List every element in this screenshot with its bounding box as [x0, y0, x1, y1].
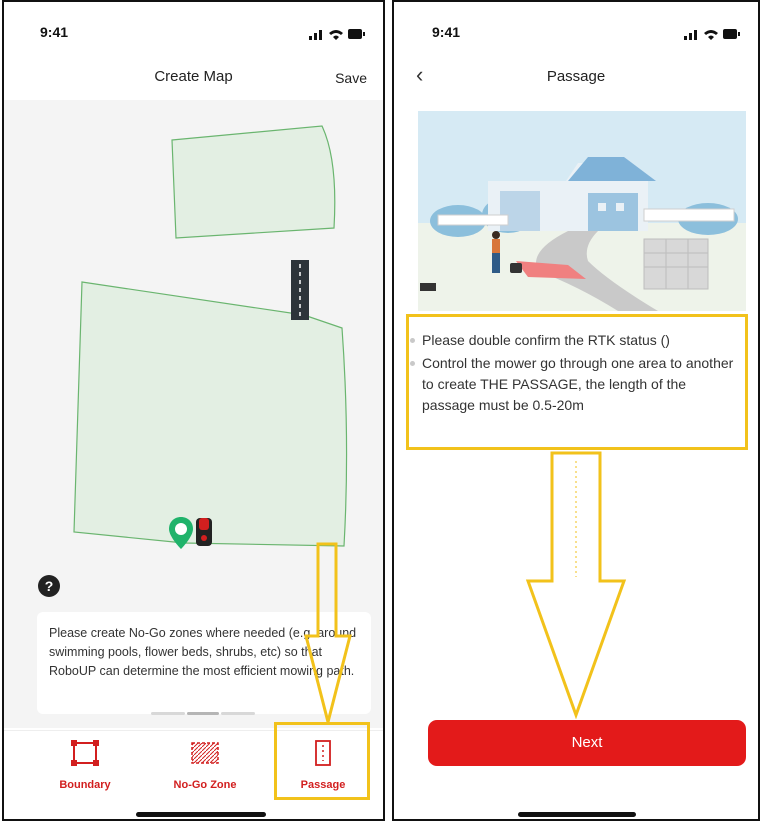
status-icons — [684, 29, 740, 40]
tab-boundary[interactable]: Boundary — [30, 731, 140, 801]
passage-illustration — [418, 111, 746, 311]
create-map-screen: 9:41 Create Map Save ? Please create No-… — [2, 0, 385, 821]
down-arrow-annotation — [304, 542, 352, 723]
instructions-list: Please double confirm the RTK status () … — [406, 318, 748, 418]
home-indicator — [518, 812, 636, 817]
down-arrow-annotation — [525, 451, 627, 719]
next-button[interactable]: Next — [428, 720, 746, 766]
help-button[interactable]: ? — [38, 575, 60, 597]
page-title: Passage — [546, 68, 606, 85]
instruction-item: Please double confirm the RTK status () — [410, 330, 742, 351]
status-time: 9:41 — [40, 24, 69, 40]
passage-tab-highlight — [274, 722, 370, 800]
boundary-icon — [71, 740, 99, 766]
home-indicator — [136, 812, 266, 817]
tip-pager — [151, 712, 255, 716]
status-bar: 9:41 — [394, 24, 758, 48]
main-zone — [73, 281, 348, 547]
mower-icon — [196, 518, 212, 546]
status-bar: 9:41 — [4, 24, 383, 48]
page-title: Create Map — [154, 68, 233, 85]
save-button[interactable]: Save — [335, 70, 367, 86]
location-pin-icon — [169, 517, 193, 549]
passage-screen: 9:41 ‹ Passage Please double confirm the… — [392, 0, 760, 821]
upper-zone — [171, 125, 336, 239]
tab-label: Boundary — [59, 779, 111, 791]
tab-label: No-Go Zone — [173, 779, 237, 791]
nogo-zone-icon — [191, 742, 219, 764]
tab-nogo-zone[interactable]: No-Go Zone — [150, 731, 260, 801]
instruction-item: Control the mower go through one area to… — [410, 353, 742, 416]
status-icons — [309, 29, 365, 40]
status-time: 9:41 — [432, 24, 461, 40]
